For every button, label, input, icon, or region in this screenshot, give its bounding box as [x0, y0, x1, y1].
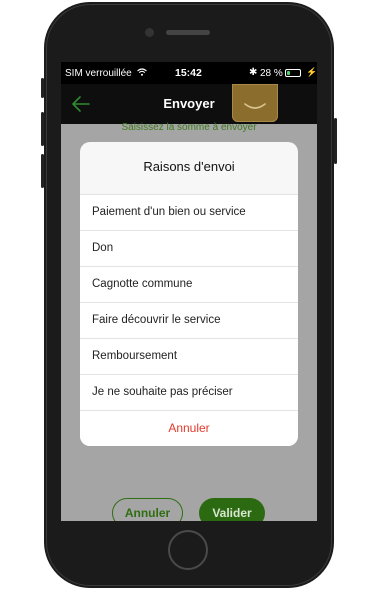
app-header: Envoyer: [61, 84, 317, 124]
chevron-down-icon: [244, 103, 266, 109]
amount-prompt: Saisissez la somme à envoyer: [121, 122, 257, 133]
option-refund[interactable]: Remboursement: [80, 338, 298, 374]
option-discover-service[interactable]: Faire découvrir le service: [80, 302, 298, 338]
dialog-title: Raisons d'envoi: [143, 159, 235, 174]
option-no-preference[interactable]: Je ne souhaite pas préciser: [80, 374, 298, 410]
volume-up-button: [41, 112, 44, 146]
battery-percent: 28 %: [260, 68, 283, 79]
battery-icon: [285, 69, 301, 77]
clock: 15:42: [175, 67, 202, 79]
power-button: [334, 118, 337, 164]
wifi-icon: [137, 68, 147, 76]
option-shared-pot[interactable]: Cagnotte commune: [80, 266, 298, 302]
phone-screen: SIM verrouillée 15:42 ✱ 28 % ⚡ Envoyer S…: [61, 62, 317, 521]
mute-switch: [41, 78, 44, 98]
drawer-handle[interactable]: [232, 84, 278, 122]
bluetooth-icon: ✱: [249, 67, 258, 78]
carrier-label: SIM verrouillée: [65, 68, 132, 79]
reasons-dialog: Raisons d'envoi Paiement d'un bien ou se…: [80, 142, 298, 446]
cancel-button[interactable]: Annuler: [112, 498, 183, 521]
page-title: Envoyer: [163, 96, 215, 111]
front-camera: [145, 28, 154, 37]
dialog-cancel-button[interactable]: Annuler: [80, 410, 298, 446]
charging-icon: ⚡: [306, 67, 317, 77]
battery-level: [287, 71, 291, 75]
option-payment[interactable]: Paiement d'un bien ou service: [80, 194, 298, 230]
home-button[interactable]: [168, 530, 208, 570]
status-bar: SIM verrouillée 15:42 ✱ 28 % ⚡: [61, 62, 317, 84]
option-donation[interactable]: Don: [80, 230, 298, 266]
volume-down-button: [41, 154, 44, 188]
earpiece-speaker: [166, 30, 210, 35]
validate-button[interactable]: Valider: [199, 498, 265, 521]
